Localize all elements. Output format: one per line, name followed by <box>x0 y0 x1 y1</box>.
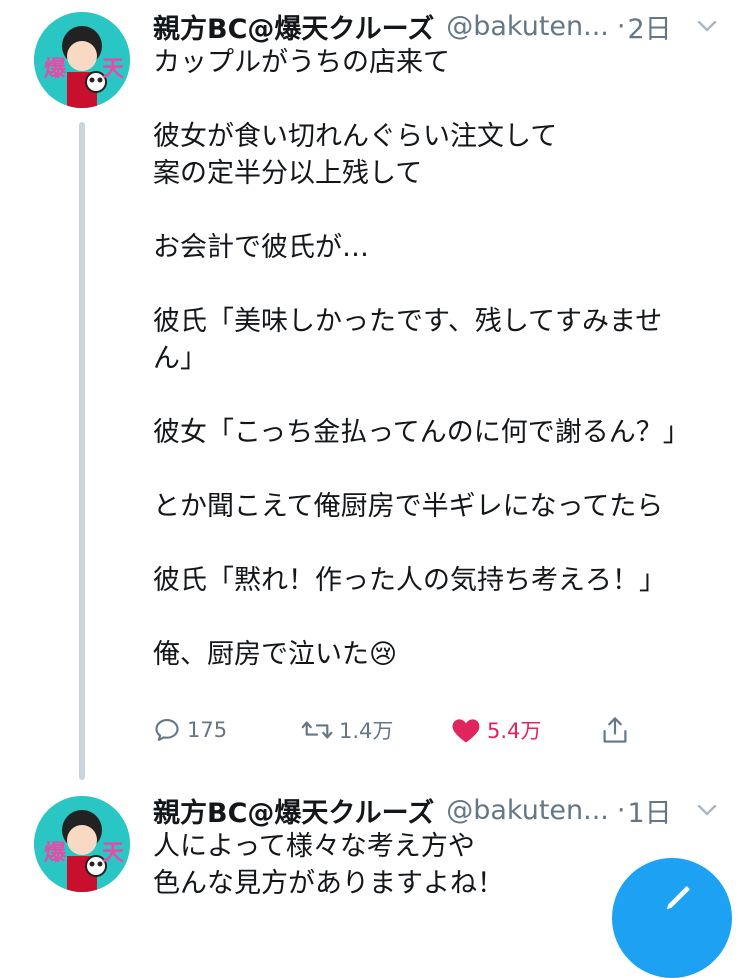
reply-count: 175 <box>187 718 228 742</box>
share-button[interactable] <box>601 710 629 750</box>
avatar-illustration: 爆 天 <box>34 796 130 892</box>
heart-icon <box>452 719 480 743</box>
like-button[interactable]: 5.4万 <box>451 710 541 750</box>
svg-text:爆: 爆 <box>44 841 67 866</box>
reply-icon <box>155 719 179 741</box>
svg-text:天: 天 <box>102 841 125 866</box>
svg-text:爆: 爆 <box>44 57 67 82</box>
retweet-button[interactable]: 1.4万 <box>301 710 393 750</box>
handle[interactable]: @bakuten... <box>446 11 609 42</box>
avatar[interactable]: 爆 天 <box>34 12 130 108</box>
tweet-text-content: カップルがうちの店来て 彼女が食い切れんぐらい注文して 案の定半分以上残して お… <box>153 47 690 670</box>
handle[interactable]: @bakuten... <box>446 795 609 826</box>
separator: · <box>616 10 626 42</box>
retweet-count: 1.4万 <box>339 719 394 743</box>
crying-face-emoji: 😢 <box>369 639 398 670</box>
tweet[interactable]: 爆 天 親方BC@爆天クルーズ @bakuten... · 2日 カップルがうち… <box>0 0 749 790</box>
avatar-illustration: 爆 天 <box>34 12 130 108</box>
svg-text:天: 天 <box>102 57 125 82</box>
display-name[interactable]: 親方BC@爆天クルーズ <box>153 791 434 830</box>
tweet-text: カップルがうちの店来て 彼女が食い切れんぐらい注文して 案の定半分以上残して お… <box>153 44 713 673</box>
chevron-down-icon[interactable] <box>695 798 719 822</box>
timestamp[interactable]: 1日 <box>628 791 672 830</box>
thread-line <box>79 122 85 780</box>
share-icon <box>603 717 627 743</box>
avatar[interactable]: 爆 天 <box>34 796 130 892</box>
like-count: 5.4万 <box>487 719 542 743</box>
tweet-actions: 175 1.4万 5.4万 <box>153 710 653 750</box>
retweet-icon <box>301 721 333 739</box>
timestamp[interactable]: 2日 <box>628 7 672 46</box>
compose-icon <box>666 886 690 910</box>
chevron-down-icon[interactable] <box>695 14 719 38</box>
reply-button[interactable]: 175 <box>153 710 227 750</box>
display-name[interactable]: 親方BC@爆天クルーズ <box>153 7 434 46</box>
separator: · <box>616 794 626 826</box>
compose-button[interactable] <box>612 858 732 978</box>
tweet-header: 親方BC@爆天クルーズ @bakuten... · 1日 <box>153 790 733 830</box>
tweet-header: 親方BC@爆天クルーズ @bakuten... · 2日 <box>153 6 733 46</box>
